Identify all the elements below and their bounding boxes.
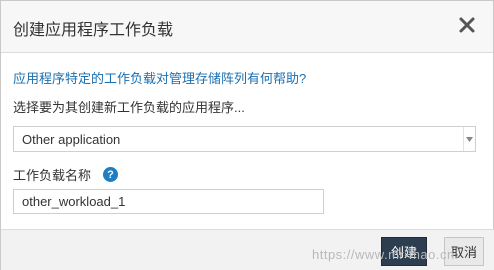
create-button[interactable]: 创建 (381, 237, 427, 266)
application-select[interactable]: Other application (13, 126, 476, 152)
cancel-button[interactable]: 取消 (444, 237, 484, 266)
application-select-value: Other application (22, 131, 121, 147)
select-application-prompt: 选择要为其创建新工作负载的应用程序... (13, 100, 245, 115)
chevron-down-icon[interactable] (463, 127, 475, 151)
workload-name-label-row: 工作负载名称 ? (13, 165, 119, 184)
dialog-title: 创建应用程序工作负载 (13, 22, 174, 39)
create-workload-dialog: 创建应用程序工作负载 应用程序特定的工作负载对管理存储阵列有何帮助? 选择要为其… (0, 0, 494, 270)
workload-name-label: 工作负载名称 (13, 168, 92, 183)
dialog-footer: 创建 取消 (1, 229, 494, 270)
dialog-header: 创建应用程序工作负载 (1, 1, 493, 53)
workload-name-input[interactable] (13, 189, 324, 214)
close-icon[interactable] (457, 15, 477, 35)
help-icon[interactable]: ? (103, 167, 119, 182)
workload-help-link[interactable]: 应用程序特定的工作负载对管理存储阵列有何帮助? (13, 68, 306, 87)
